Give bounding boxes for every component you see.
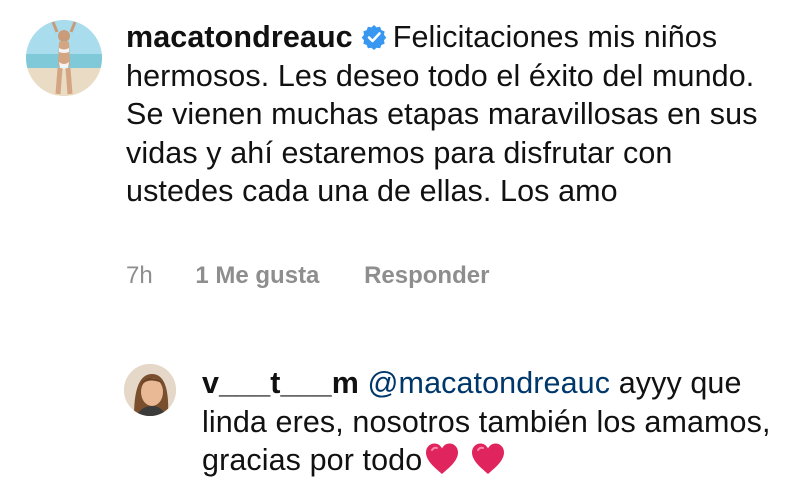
comment-time: 7h <box>126 262 153 289</box>
reply-button[interactable]: Responder <box>364 262 489 290</box>
profile-photo-icon <box>124 364 176 416</box>
red-heart-icon <box>426 443 459 475</box>
beach-photo-icon <box>26 20 102 96</box>
commenter-avatar[interactable] <box>26 20 102 96</box>
comment-likes[interactable]: 1 Me gusta <box>195 262 319 290</box>
comment-body: macatondreauc Felicitaciones mis niños h… <box>126 18 776 211</box>
reply-body: v___t___m @macatondreauc ayyy que linda … <box>202 364 782 480</box>
reply-username[interactable]: v___t___m <box>202 366 359 400</box>
red-heart-icon <box>472 443 505 475</box>
comment-meta: 7h 1 Me gusta Responder <box>126 262 489 290</box>
comment-username[interactable]: macatondreauc <box>126 20 353 54</box>
reply-avatar[interactable] <box>124 364 176 416</box>
reply-mention[interactable]: @macatondreauc <box>368 366 611 400</box>
verified-badge-icon <box>361 25 387 50</box>
